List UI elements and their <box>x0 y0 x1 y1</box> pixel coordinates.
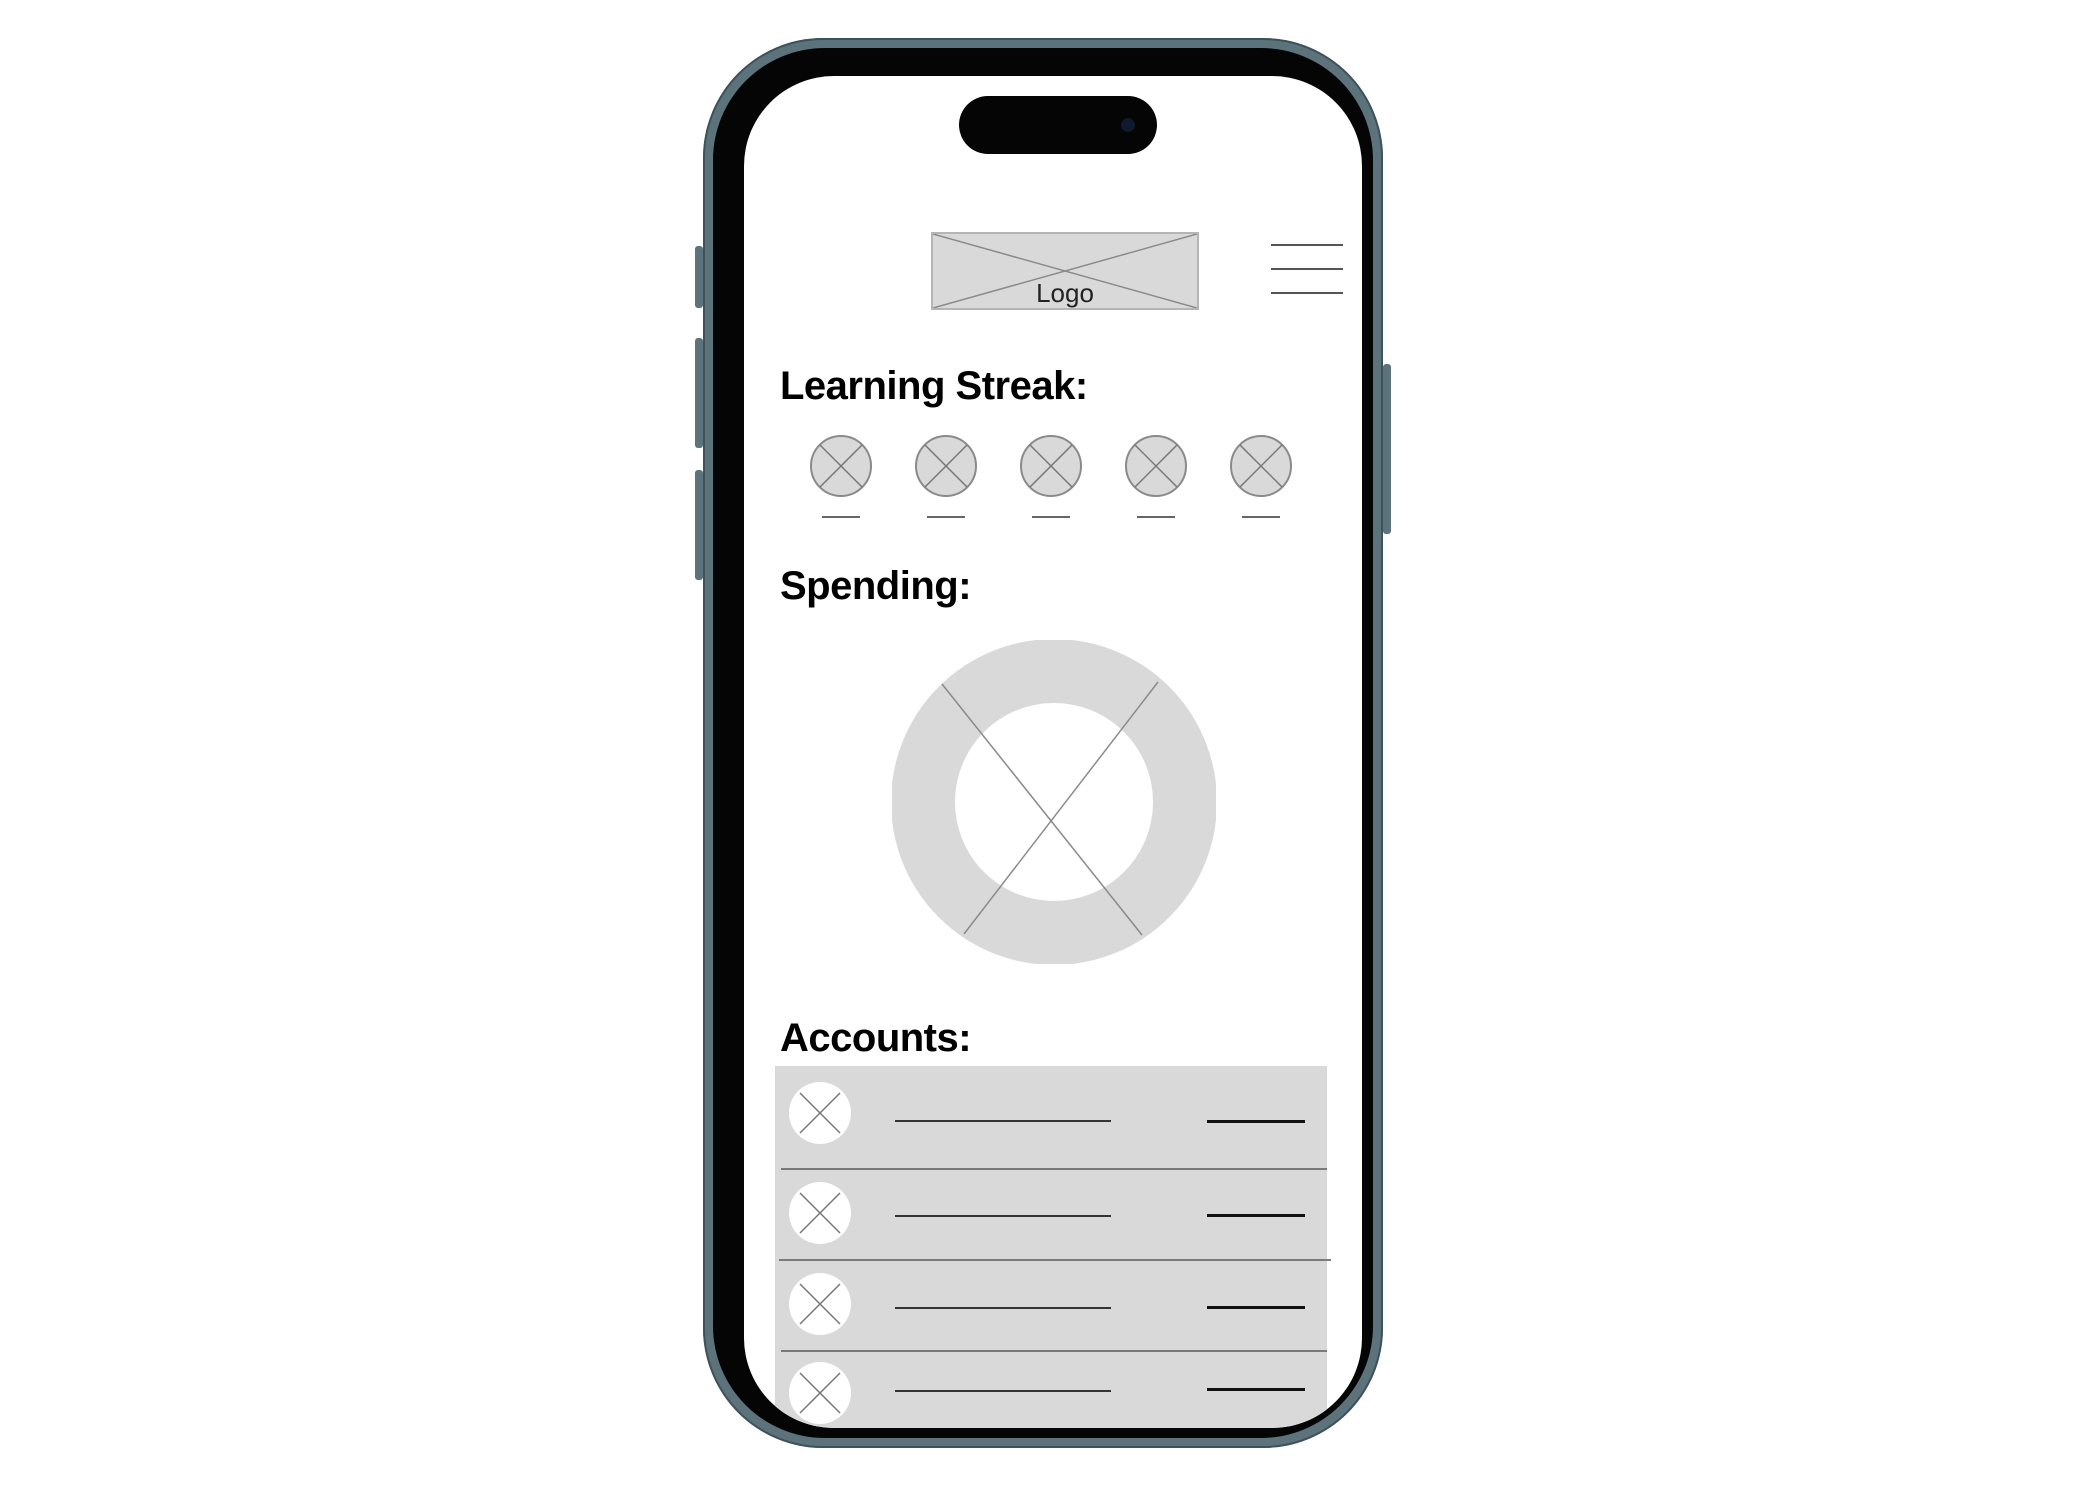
streak-day[interactable] <box>1019 434 1083 524</box>
image-placeholder-icon <box>915 435 977 497</box>
streak-day[interactable] <box>1229 434 1293 524</box>
menu-line <box>1271 292 1343 294</box>
phone-bezel: Logo Learning Streak: Spending: Accounts… <box>713 48 1373 1438</box>
menu-line <box>1271 244 1343 246</box>
streak-day[interactable] <box>809 434 873 524</box>
phone-frame: Logo Learning Streak: Spending: Accounts… <box>695 38 1391 1448</box>
image-placeholder-icon <box>1125 435 1187 497</box>
account-name-placeholder <box>895 1390 1111 1392</box>
image-placeholder-icon <box>1230 435 1292 497</box>
streak-day-label-placeholder <box>822 516 860 518</box>
account-name-placeholder <box>895 1307 1111 1309</box>
streak-title: Learning Streak: <box>780 364 1088 408</box>
streak-row <box>809 434 1299 534</box>
image-placeholder-icon <box>789 1273 851 1335</box>
image-placeholder-icon <box>789 1362 851 1424</box>
streak-day[interactable] <box>914 434 978 524</box>
accounts-list <box>775 1066 1331 1428</box>
phone-screen: Logo Learning Streak: Spending: Accounts… <box>744 76 1362 1428</box>
streak-day-label-placeholder <box>927 516 965 518</box>
image-placeholder-icon <box>789 1182 851 1244</box>
account-name-placeholder <box>895 1215 1111 1217</box>
accounts-title: Accounts: <box>780 1016 972 1060</box>
action-button <box>695 246 703 308</box>
dynamic-island <box>959 96 1157 154</box>
streak-day-label-placeholder <box>1242 516 1280 518</box>
hamburger-menu-icon[interactable] <box>1271 244 1343 296</box>
account-balance-placeholder <box>1207 1120 1305 1123</box>
donut-chart-placeholder-icon[interactable] <box>892 640 1216 964</box>
account-balance-placeholder <box>1207 1306 1305 1309</box>
account-row[interactable] <box>775 1066 1327 1158</box>
image-placeholder-icon <box>810 435 872 497</box>
volume-up-button <box>695 338 703 448</box>
account-row[interactable] <box>775 1261 1327 1353</box>
account-balance-placeholder <box>1207 1214 1305 1217</box>
logo-label: Logo <box>1036 278 1094 308</box>
camera-icon <box>1121 118 1135 132</box>
streak-day-label-placeholder <box>1137 516 1175 518</box>
streak-day-label-placeholder <box>1032 516 1070 518</box>
image-placeholder-icon <box>1020 435 1082 497</box>
power-button <box>1383 364 1391 534</box>
volume-down-button <box>695 470 703 580</box>
account-row[interactable] <box>775 1170 1327 1262</box>
logo[interactable]: Logo <box>931 232 1199 310</box>
account-row[interactable] <box>775 1352 1327 1428</box>
streak-day[interactable] <box>1124 434 1188 524</box>
account-name-placeholder <box>895 1120 1111 1122</box>
spending-title: Spending: <box>780 564 972 608</box>
menu-line <box>1271 268 1343 270</box>
image-placeholder-icon <box>789 1082 851 1144</box>
stage: Logo Learning Streak: Spending: Accounts… <box>0 0 2100 1500</box>
account-balance-placeholder <box>1207 1388 1305 1391</box>
